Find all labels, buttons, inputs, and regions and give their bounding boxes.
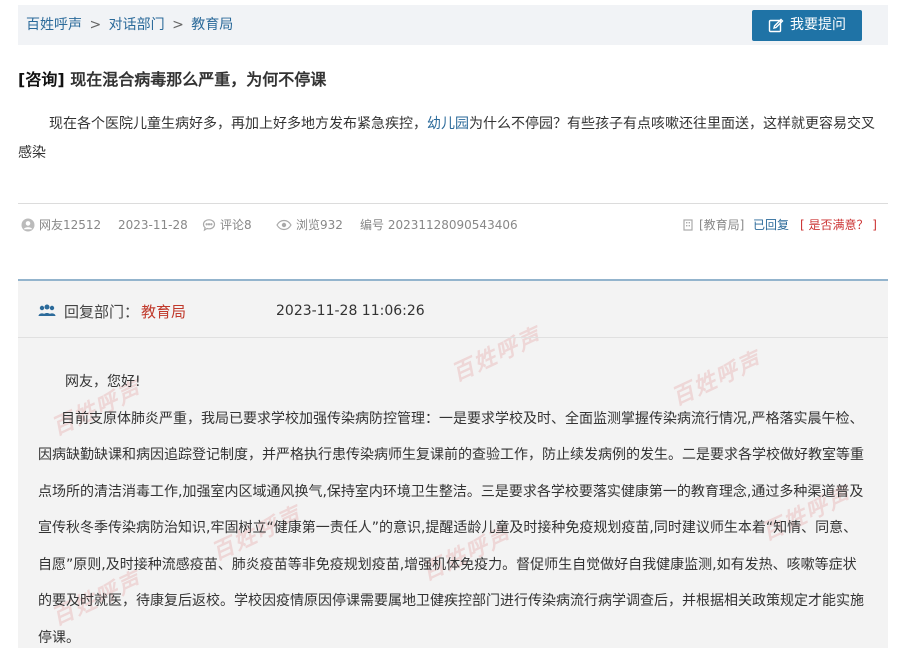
meta-reply-status: 已回复 — [753, 218, 790, 232]
reply-department-name[interactable]: 教育局 — [141, 301, 186, 322]
meta-serial: 编号 20231128090543406 — [360, 218, 518, 232]
eye-icon — [276, 219, 292, 231]
reply-divider — [18, 337, 888, 338]
reply-content: 网友，您好! 目前支原体肺炎严重，我局已要求学校加强传染病防控管理：一是要求学校… — [38, 364, 868, 648]
department-people-icon — [38, 304, 56, 316]
breadcrumb-home[interactable]: 百姓呼声 — [26, 17, 82, 33]
meta-department: [教育局] — [681, 217, 744, 233]
kindergarten-link[interactable]: 幼儿园 — [427, 116, 469, 132]
post-title: [咨询] 现在混合病毒那么严重，为何不停课 — [18, 68, 326, 92]
reply-greeting: 网友，您好! — [65, 374, 141, 390]
divider — [18, 203, 888, 204]
breadcrumb-separator: > — [172, 17, 184, 33]
breadcrumb-current[interactable]: 教育局 — [191, 17, 233, 33]
reply-body: 目前支原体肺炎严重，我局已要求学校加强传染病防控管理：一是要求学校及时、全面监测… — [38, 410, 864, 646]
comment-icon — [202, 219, 216, 232]
reply-department-label: 回复部门： — [64, 302, 140, 321]
question-text-start: 现在各个医院儿童生病好多，再加上好多地方发布紧急疾控， — [49, 116, 427, 132]
reply-time: 2023-11-28 11:06:26 — [276, 303, 425, 319]
user-icon — [21, 218, 35, 232]
edit-icon — [768, 18, 784, 32]
top-bar: 百姓呼声 > 对话部门 > 教育局 我要提问 — [18, 5, 888, 45]
ask-question-button[interactable]: 我要提问 — [752, 10, 862, 41]
reply-header: 回复部门： 教育局 2023-11-28 11:06:26 — [38, 300, 425, 322]
meta-comments[interactable]: 评论8 — [202, 217, 252, 233]
building-icon — [683, 219, 693, 231]
meta-views: 浏览932 — [276, 217, 343, 233]
post-tag: [咨询] — [18, 70, 65, 89]
breadcrumb-section[interactable]: 对话部门 — [109, 17, 165, 33]
breadcrumb-separator: > — [89, 17, 102, 33]
satisfaction-link[interactable]: [ 是否满意？ ] — [800, 217, 877, 233]
ask-question-label: 我要提问 — [790, 17, 846, 33]
question-content: 现在各个医院儿童生病好多，再加上好多地方发布紧急疾控，幼儿园为什么不停园？有些孩… — [18, 110, 888, 168]
post-meta: 网友12512 2023-11-28 评论8 浏览932 编号 20231128… — [18, 215, 888, 235]
post-title-text: 现在混合病毒那么严重，为何不停课 — [70, 70, 327, 89]
meta-user: 网友12512 — [21, 217, 101, 233]
breadcrumb: 百姓呼声 > 对话部门 > 教育局 — [26, 16, 233, 34]
meta-date: 2023-11-28 — [118, 218, 188, 232]
meta-username[interactable]: 网友12512 — [39, 217, 101, 233]
reply-section: 百姓呼声 百姓呼声 百姓呼声 百姓呼声 百姓呼声 百姓呼声 百姓呼声 回复部门：… — [18, 281, 888, 648]
